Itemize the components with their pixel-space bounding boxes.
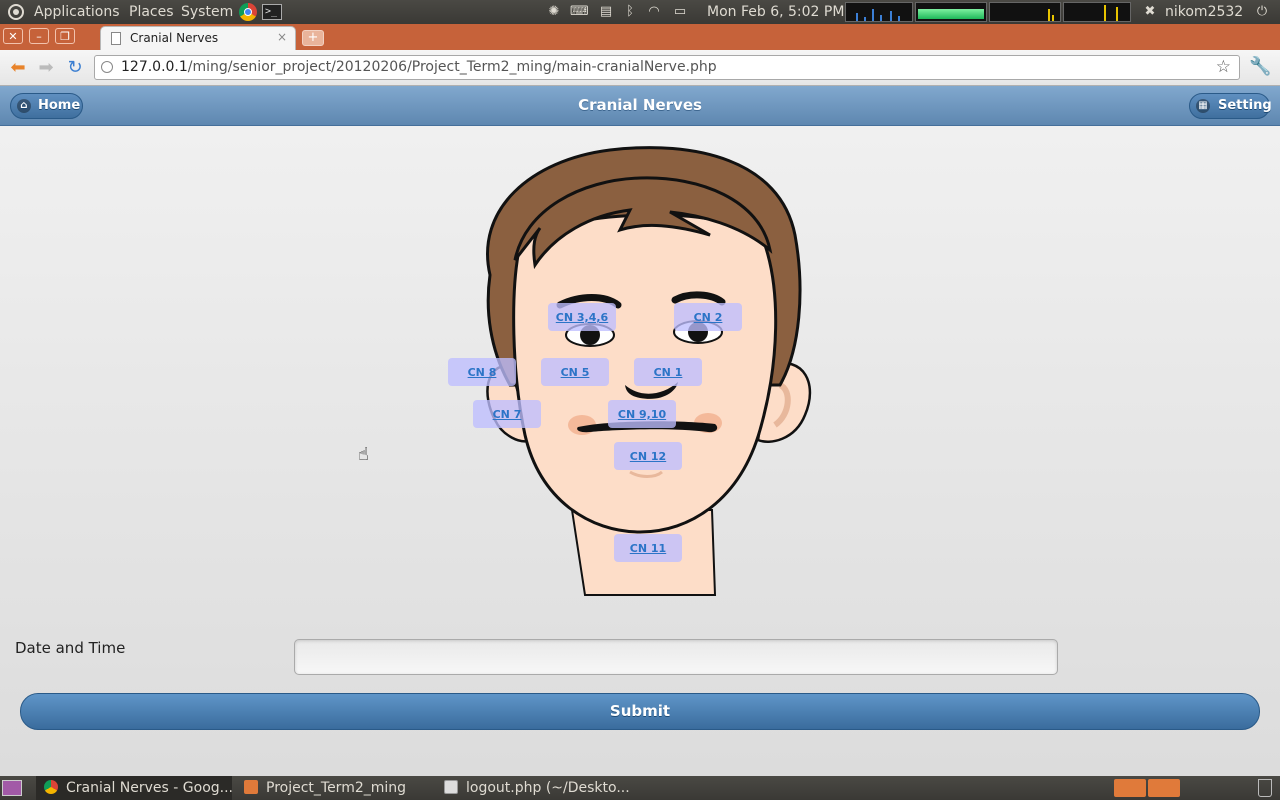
- taskbar-item-folder[interactable]: Project_Term2_ming: [236, 776, 432, 800]
- show-desktop-icon[interactable]: [2, 780, 22, 796]
- taskbar-item-chrome[interactable]: Cranial Nerves - Goog...: [36, 776, 233, 800]
- cn-9-10-link[interactable]: CN 9,10: [618, 408, 666, 421]
- memory-graph[interactable]: [915, 2, 987, 22]
- forward-arrow-icon[interactable]: ➡: [35, 57, 57, 79]
- workspace-switcher-1[interactable]: [1114, 779, 1146, 797]
- folder-icon: [244, 780, 258, 794]
- cn-2-link[interactable]: CN 2: [694, 311, 723, 324]
- tab-close-icon[interactable]: ×: [277, 30, 287, 44]
- reload-icon[interactable]: ↻: [64, 57, 86, 79]
- tab-title: Cranial Nerves: [130, 31, 219, 45]
- taskbar-item-label: Cranial Nerves - Goog...: [66, 780, 233, 796]
- bottom-panel: Cranial Nerves - Goog... Project_Term2_m…: [0, 776, 1280, 800]
- globe-icon: [101, 61, 113, 73]
- ubuntu-logo-icon[interactable]: [8, 4, 24, 20]
- cn-12-button[interactable]: CN 12: [614, 442, 682, 470]
- taskbar-item-editor[interactable]: logout.php (~/Deskto...: [436, 776, 636, 800]
- home-icon: ⌂: [17, 99, 31, 113]
- tab-cranial-nerves[interactable]: Cranial Nerves ×: [100, 26, 296, 50]
- taskbar-item-label: logout.php (~/Deskto...: [466, 780, 630, 796]
- cn-7-button[interactable]: CN 7: [473, 400, 541, 428]
- cn-11-link[interactable]: CN 11: [630, 542, 666, 555]
- page-title: Cranial Nerves: [578, 96, 702, 114]
- wrench-icon[interactable]: 🔧: [1249, 56, 1271, 77]
- cn-1-link[interactable]: CN 1: [654, 366, 683, 379]
- trash-icon[interactable]: [1258, 779, 1272, 797]
- user-name[interactable]: nikom2532: [1165, 0, 1243, 24]
- setting-button[interactable]: ▦ Setting: [1189, 93, 1272, 119]
- cn-1-button[interactable]: CN 1: [634, 358, 702, 386]
- menu-system[interactable]: System: [181, 0, 233, 24]
- browser-toolbar: ⬅ ➡ ↻ 127.0.0.1/ming/senior_project/2012…: [0, 50, 1280, 86]
- bookmark-star-icon[interactable]: ☆: [1216, 57, 1231, 77]
- bluetooth-icon[interactable]: ᛒ: [622, 4, 638, 20]
- home-button-label: Home: [38, 98, 81, 113]
- cn-12-link[interactable]: CN 12: [630, 450, 666, 463]
- cn-5-button[interactable]: CN 5: [541, 358, 609, 386]
- page-header: Cranial Nerves ⌂ Home ▦ Setting: [0, 86, 1280, 126]
- cn-9-10-button[interactable]: CN 9,10: [608, 400, 676, 428]
- cn-2-button[interactable]: CN 2: [674, 303, 742, 331]
- cn-11-button[interactable]: CN 11: [614, 534, 682, 562]
- text-editor-icon: [444, 780, 458, 794]
- cn-8-link[interactable]: CN 8: [468, 366, 497, 379]
- page-icon: [111, 32, 121, 45]
- chrome-launcher-icon[interactable]: [239, 3, 257, 21]
- network-graph[interactable]: [989, 2, 1061, 22]
- window-maximize-icon[interactable]: ❐: [55, 28, 75, 44]
- power-icon[interactable]: ⏻: [1254, 4, 1270, 20]
- hand-cursor-icon: ☝: [358, 444, 369, 465]
- date-time-label: Date and Time: [15, 639, 126, 657]
- cn-3-4-6-button[interactable]: CN 3,4,6: [548, 303, 616, 331]
- cn-5-link[interactable]: CN 5: [561, 366, 590, 379]
- disk-graph[interactable]: [1063, 2, 1131, 22]
- battery-icon[interactable]: ▭: [671, 4, 689, 20]
- date-time-input[interactable]: [294, 639, 1058, 675]
- chrome-icon: [44, 780, 58, 794]
- submit-button[interactable]: Submit: [20, 693, 1260, 730]
- taskbar-item-label: Project_Term2_ming: [266, 780, 407, 796]
- cpu-graph[interactable]: [845, 2, 913, 22]
- window-minimize-icon[interactable]: –: [29, 28, 49, 44]
- terminal-launcher-icon[interactable]: >_: [262, 4, 282, 20]
- network-activity-icon[interactable]: ✺: [546, 4, 562, 20]
- back-arrow-icon[interactable]: ⬅: [7, 57, 29, 79]
- setting-button-label: Setting: [1218, 98, 1272, 113]
- new-tab-button[interactable]: +: [302, 30, 324, 46]
- home-button[interactable]: ⌂ Home: [10, 93, 83, 119]
- keyboard-icon[interactable]: ⌨: [570, 4, 589, 20]
- keyboard-layout-icon[interactable]: ▤: [596, 4, 616, 20]
- address-bar[interactable]: 127.0.0.1/ming/senior_project/20120206/P…: [94, 55, 1240, 80]
- user-status-icon[interactable]: ✖: [1142, 4, 1158, 20]
- cn-8-button[interactable]: CN 8: [448, 358, 516, 386]
- menu-places[interactable]: Places: [129, 0, 174, 24]
- grid-icon: ▦: [1196, 99, 1210, 113]
- top-panel: Applications Places System >_ ✺ ⌨ ▤ ᛒ ◠ …: [0, 0, 1280, 24]
- clock[interactable]: Mon Feb 6, 5:02 PM: [707, 0, 844, 24]
- url-text[interactable]: 127.0.0.1/ming/senior_project/20120206/P…: [121, 59, 717, 75]
- window-close-icon[interactable]: ✕: [3, 28, 23, 44]
- menu-applications[interactable]: Applications: [34, 0, 120, 24]
- cn-3-4-6-link[interactable]: CN 3,4,6: [556, 311, 608, 324]
- workspace-switcher-2[interactable]: [1148, 779, 1180, 797]
- cn-7-link[interactable]: CN 7: [493, 408, 522, 421]
- wifi-icon[interactable]: ◠: [646, 4, 662, 20]
